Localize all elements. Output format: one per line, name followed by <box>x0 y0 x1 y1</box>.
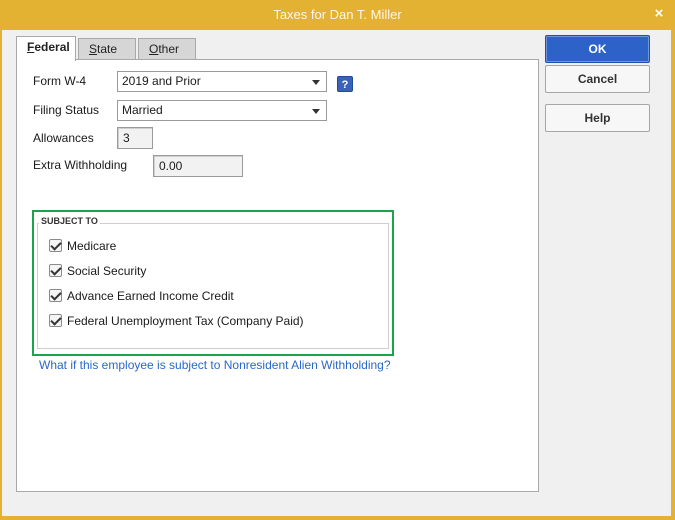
allowances-field[interactable]: 3 <box>117 127 153 149</box>
tab-state-accesskey: S <box>89 42 98 56</box>
form-w4-value: 2019 and Prior <box>122 74 201 88</box>
checkbox-checked-icon[interactable] <box>49 314 62 327</box>
taxes-dialog: Taxes for Dan T. Miller × Federal State … <box>0 0 675 520</box>
checkbox-label: Federal Unemployment Tax (Company Paid) <box>67 314 304 328</box>
tab-other[interactable]: Other <box>138 38 196 60</box>
federal-panel: Form W-4 2019 and Prior ? Filing Status … <box>16 59 539 492</box>
form-w4-select[interactable]: 2019 and Prior <box>117 71 327 92</box>
tab-other-accesskey: O <box>149 42 159 56</box>
checkbox-label: Social Security <box>67 264 147 278</box>
title-bar[interactable]: Taxes for Dan T. Miller × <box>0 0 675 30</box>
filing-status-value: Married <box>122 103 163 117</box>
dialog-body: Federal State Other Form W-4 2019 and Pr… <box>2 30 671 516</box>
nonresident-alien-link[interactable]: What if this employee is subject to Nonr… <box>39 358 391 372</box>
checkbox-checked-icon[interactable] <box>49 264 62 277</box>
tab-federal-label: ederal <box>34 40 70 54</box>
tab-state-label: tate <box>97 42 118 56</box>
close-icon[interactable]: × <box>651 5 667 23</box>
window-title: Taxes for Dan T. Miller <box>273 7 402 22</box>
checkbox-checked-icon[interactable] <box>49 289 62 302</box>
tab-other-label: ther <box>158 42 180 56</box>
chevron-down-icon <box>312 80 320 85</box>
tab-state[interactable]: State <box>78 38 136 60</box>
help-button[interactable]: Help <box>545 104 650 132</box>
help-icon[interactable]: ? <box>337 76 353 92</box>
extra-withholding-label: Extra Withholding <box>33 158 128 172</box>
extra-withholding-field[interactable]: 0.00 <box>153 155 243 177</box>
subject-to-title: SUBJECT TO <box>39 216 100 226</box>
form-w4-label: Form W-4 <box>33 74 87 88</box>
ok-button[interactable]: OK <box>545 35 650 63</box>
checkbox-label: Medicare <box>67 239 117 253</box>
checkbox-checked-icon[interactable] <box>49 239 62 252</box>
allowances-label: Allowances <box>33 131 94 145</box>
filing-status-label: Filing Status <box>33 103 100 117</box>
tab-federal[interactable]: Federal <box>16 36 76 61</box>
cancel-button[interactable]: Cancel <box>545 65 650 93</box>
filing-status-select[interactable]: Married <box>117 100 327 121</box>
checkbox-label: Advance Earned Income Credit <box>67 289 234 303</box>
chevron-down-icon <box>312 109 320 114</box>
